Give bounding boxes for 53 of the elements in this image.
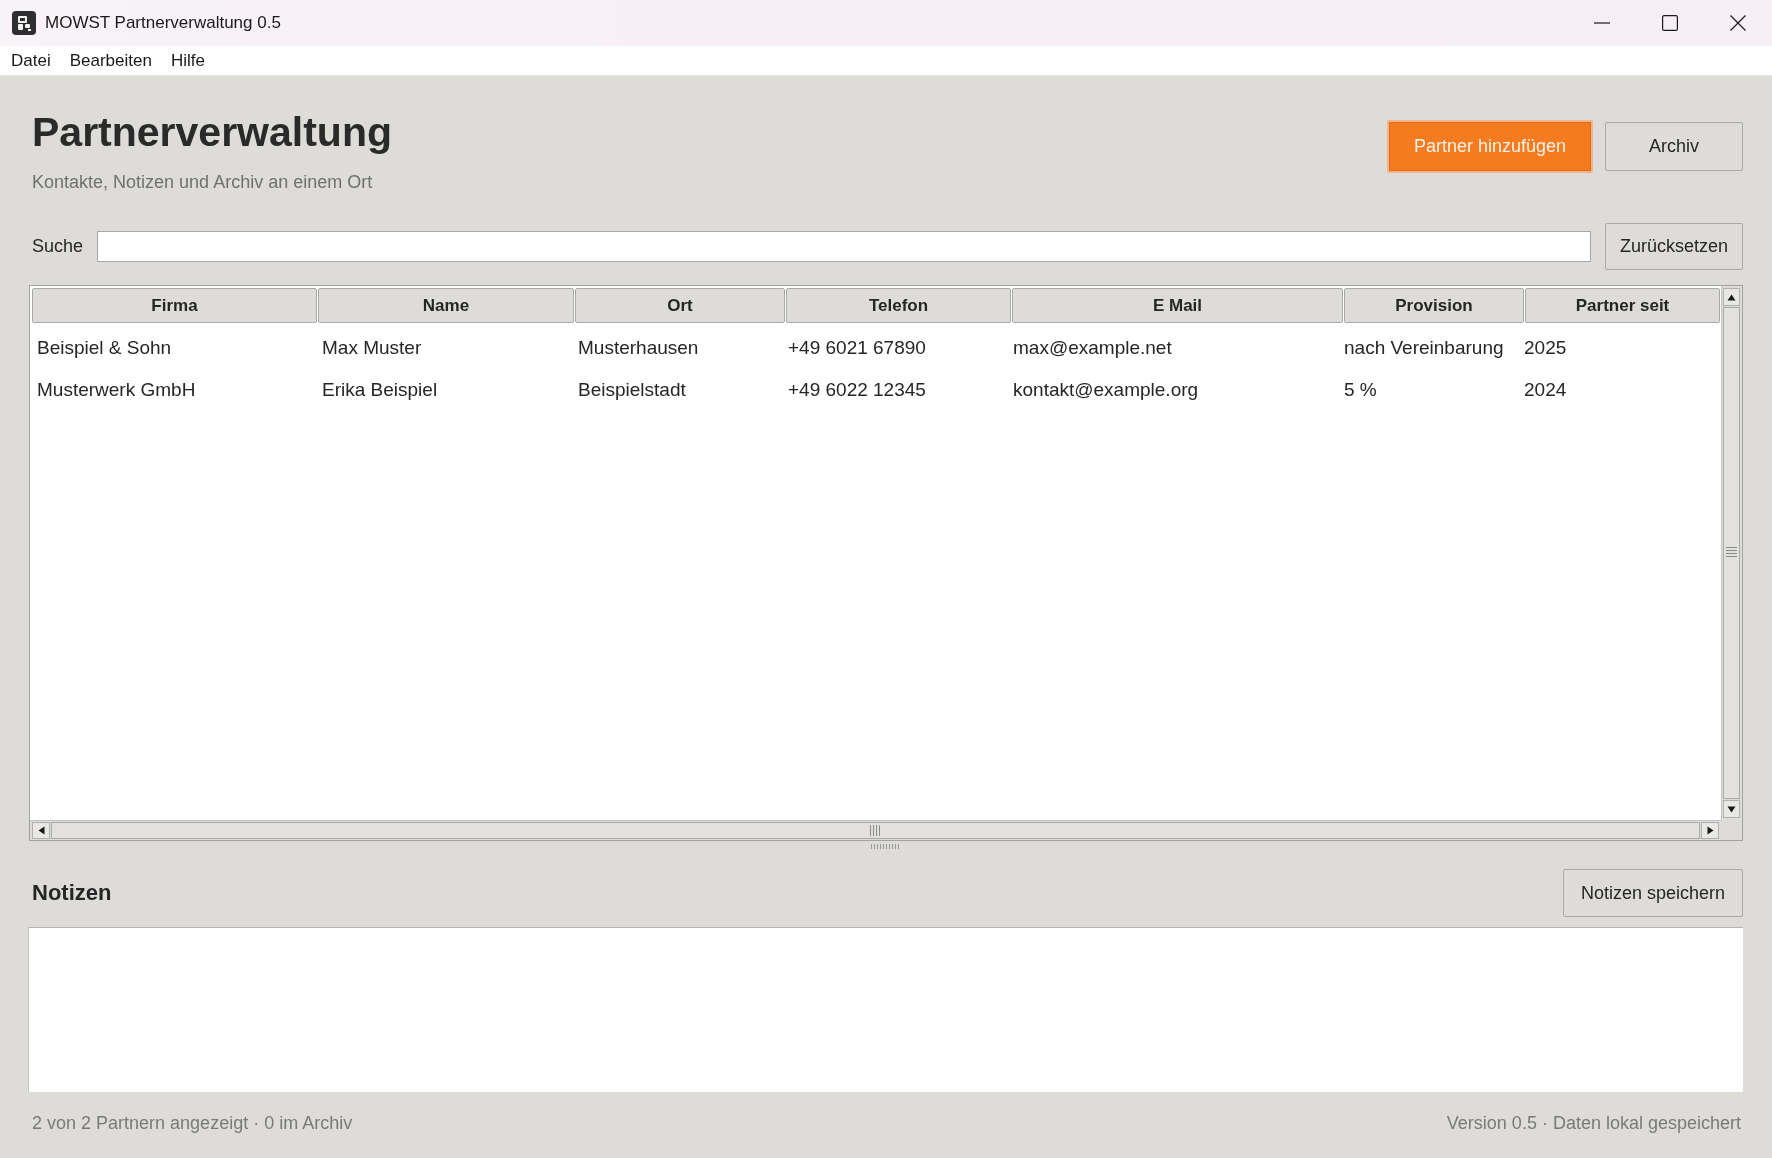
menu-item[interactable]: Bearbeiten (59, 46, 161, 75)
save-notes-button[interactable]: Notizen speichern (1563, 869, 1743, 917)
column-header[interactable]: Telefon (786, 288, 1011, 323)
scrollbar-thumb[interactable] (1723, 307, 1740, 799)
page-title: Partnerverwaltung (32, 108, 392, 157)
window-title: MOWST Partnerverwaltung 0.5 (45, 13, 281, 33)
scroll-down-button[interactable] (1723, 800, 1740, 818)
table-cell: Max Muster (322, 337, 422, 358)
status-text: Version 0.5 · Daten lokal gespeichert (1446, 1112, 1741, 1134)
status-text: 2 von 2 Partnern angezeigt · 0 im Archiv (32, 1112, 353, 1134)
notes-field[interactable] (28, 927, 1743, 1092)
table-cell: Beispiel & Sohn (37, 337, 172, 358)
scroll-left-button[interactable] (32, 822, 50, 839)
table-cell: nach Vereinbarung (1344, 337, 1504, 358)
menu-item[interactable]: Hilfe (160, 46, 214, 75)
column-header[interactable]: E Mail (1012, 288, 1343, 323)
column-header[interactable]: Ort (575, 288, 785, 323)
scrollbar-thumb[interactable] (51, 822, 1700, 839)
column-header[interactable]: Name (318, 288, 574, 323)
horizontal-scrollbar[interactable] (30, 820, 1721, 840)
triangle-left-icon (36, 826, 46, 835)
column-header[interactable]: Provision (1344, 288, 1524, 323)
triangle-right-icon (1705, 826, 1715, 835)
table-cell: 2024 (1524, 379, 1567, 400)
vertical-scrollbar[interactable] (1721, 286, 1742, 820)
table-cell: Beispielstadt (578, 379, 686, 400)
column-header[interactable]: Firma (32, 288, 317, 323)
scroll-up-button[interactable] (1723, 288, 1740, 306)
archive-button[interactable]: Archiv (1605, 122, 1743, 171)
search-field[interactable] (97, 231, 1591, 262)
triangle-down-icon (1727, 804, 1736, 814)
table-cell: +49 6022 12345 (788, 379, 926, 400)
table-cell: +49 6021 67890 (788, 337, 926, 358)
reset-button[interactable]: Zurücksetzen (1605, 223, 1743, 270)
table-cell: kontakt@example.org (1013, 379, 1199, 400)
search-label: Suche (31, 236, 83, 257)
app-icon (12, 11, 36, 35)
minimize-icon (1594, 22, 1610, 24)
table-cell: max@example.net (1013, 337, 1172, 358)
table-cell: 2025 (1524, 337, 1567, 358)
page-subtitle: Kontakte, Notizen und Archiv an einem Ort (32, 171, 373, 193)
table-cell: Erika Beispiel (322, 379, 438, 400)
table-cell: Musterhausen (578, 337, 699, 358)
maximize-icon (1662, 15, 1678, 31)
column-header[interactable]: Partner seit (1525, 288, 1720, 323)
table-cell: 5 % (1344, 379, 1377, 400)
menu-item[interactable]: Datei (1, 46, 60, 75)
scroll-right-button[interactable] (1701, 822, 1719, 839)
triangle-up-icon (1727, 292, 1736, 302)
notes-title: Notizen (31, 880, 112, 906)
table-cell: Musterwerk GmbH (37, 379, 196, 400)
close-icon (1730, 15, 1746, 31)
splitter-handle[interactable] (871, 844, 901, 849)
